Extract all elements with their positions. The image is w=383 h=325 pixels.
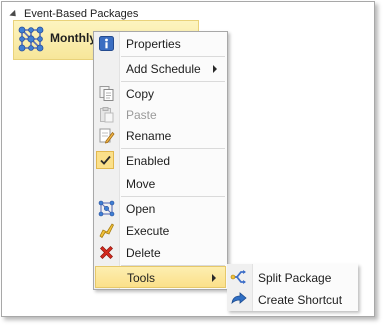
menu-item-properties[interactable]: Properties <box>95 33 226 54</box>
menu-item-label: Paste <box>126 108 157 122</box>
group-label: Event-Based Packages <box>24 8 139 20</box>
menu-item-label: Properties <box>126 37 181 51</box>
open-icon <box>98 200 115 217</box>
submenu-arrow-icon <box>213 65 217 73</box>
menu-item-label: Tools <box>127 271 156 285</box>
menu-item-delete[interactable]: Delete <box>95 242 226 263</box>
menu-item-label: Execute <box>126 224 170 238</box>
checkmark-icon <box>100 155 111 165</box>
menu-item-copy[interactable]: Copy <box>95 83 226 104</box>
menu-separator <box>121 196 225 197</box>
menu-item-rename[interactable]: Rename <box>95 125 226 146</box>
menu-item-label: Copy <box>126 87 155 101</box>
collapse-arrow-icon[interactable] <box>9 9 19 20</box>
menu-separator <box>121 148 225 149</box>
menu-separator <box>121 56 225 57</box>
submenu-item-create-shortcut[interactable]: Create Shortcut <box>227 288 358 310</box>
paste-icon <box>100 107 114 123</box>
menu-item-execute[interactable]: Execute <box>95 220 226 241</box>
menu-separator <box>121 81 225 82</box>
info-icon <box>99 36 114 51</box>
tools-submenu: Split Package Create Shortcut <box>227 264 358 311</box>
menu-item-label: Add Schedule <box>126 62 201 76</box>
context-menu: Properties Add Schedule Copy Paste Renam… <box>93 31 228 290</box>
rename-icon <box>99 128 115 144</box>
menu-item-label: Rename <box>126 129 172 143</box>
menu-item-enabled[interactable]: Enabled <box>95 150 226 171</box>
split-package-icon <box>230 270 246 284</box>
submenu-item-label: Split Package <box>258 271 332 285</box>
menu-item-move[interactable]: Move <box>95 173 226 194</box>
menu-item-label: Move <box>126 177 156 191</box>
submenu-item-split-package[interactable]: Split Package <box>227 266 358 288</box>
menu-item-tools[interactable]: Tools <box>95 266 226 288</box>
delete-icon <box>100 246 113 259</box>
package-label: Monthly <box>50 31 96 45</box>
create-shortcut-icon <box>231 292 247 305</box>
menu-item-label: Delete <box>126 246 161 260</box>
execute-icon <box>99 223 115 239</box>
submenu-arrow-icon <box>212 274 216 282</box>
menu-item-label: Enabled <box>126 154 171 168</box>
submenu-item-label: Create Shortcut <box>258 293 343 307</box>
copy-icon <box>99 86 114 101</box>
menu-item-add-schedule[interactable]: Add Schedule <box>95 58 226 79</box>
menu-item-open[interactable]: Open <box>95 198 226 219</box>
menu-item-label: Open <box>126 202 156 216</box>
menu-item-paste[interactable]: Paste <box>95 104 226 125</box>
package-icon <box>18 26 44 52</box>
event-based-packages-group[interactable]: Event-Based Packages <box>9 8 139 20</box>
